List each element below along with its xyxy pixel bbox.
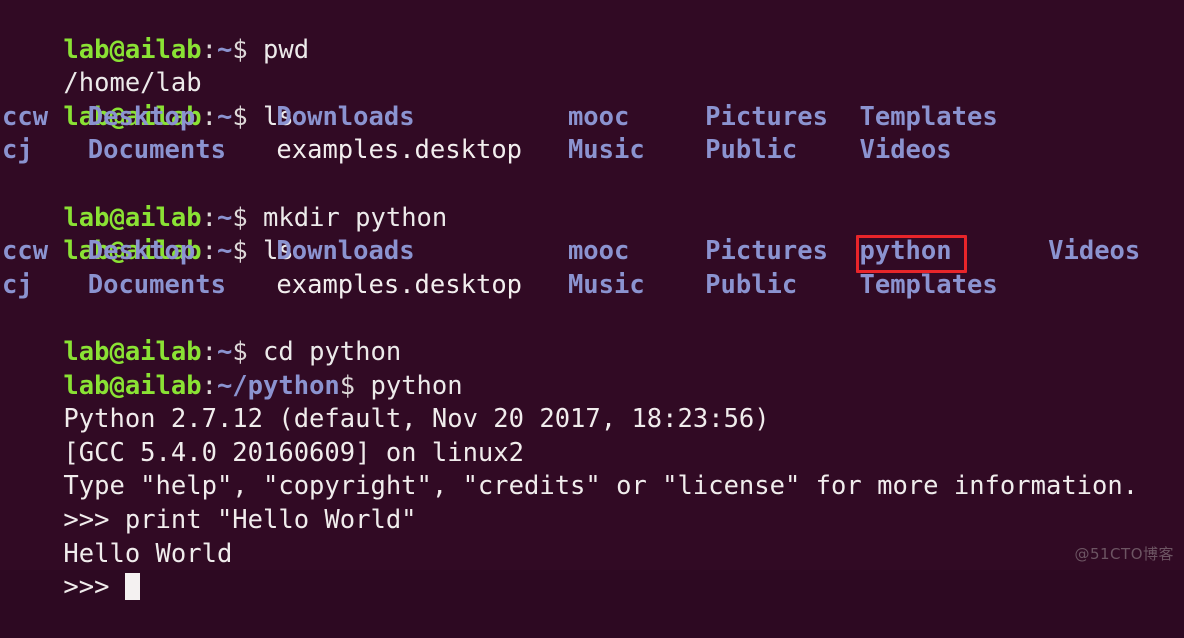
terminal-window[interactable]: lab@ailab:~$ pwd /home/lab lab@ailab:~$ … bbox=[0, 0, 1184, 602]
ls-entry-videos: Videos bbox=[859, 135, 952, 166]
ls-entry-public: Public bbox=[705, 135, 798, 166]
terminal-line-prompt-pwd: lab@ailab:~$ pwd bbox=[0, 0, 1184, 65]
terminal-line-help-banner: Type "help", "copyright", "credits" or "… bbox=[0, 437, 1184, 501]
ls-entry-cj: cj bbox=[2, 269, 33, 300]
ls-entry-mooc: mooc bbox=[567, 101, 630, 132]
ls-entry-python: python bbox=[859, 236, 952, 267]
ls-entry-cj: cj bbox=[2, 135, 33, 166]
terminal-line-python-version: Python 2.7.12 (default, Nov 20 2017, 18:… bbox=[0, 370, 1184, 434]
ls-output-row: ccw Desktop Downloads mooc Pictures python Vid… bbox=[0, 235, 1184, 274]
ls-output-row: cj Documents examples.desktop Music Public Te… bbox=[0, 269, 1184, 303]
ls-entry-videos: Videos bbox=[1048, 236, 1141, 267]
ls-entry-documents: Documents bbox=[87, 269, 226, 300]
ls-entry-ccw: ccw bbox=[2, 236, 49, 267]
ls-entry-documents: Documents bbox=[87, 135, 226, 166]
ls-entry-music: Music bbox=[567, 269, 645, 300]
terminal-line-gcc-banner: [GCC 5.4.0 20160609] on linux2 bbox=[0, 403, 1184, 468]
terminal-line-prompt-python: lab@ailab:~/python$ python bbox=[0, 336, 1184, 401]
ls-entry-ccw: ccw bbox=[2, 101, 49, 132]
text-cursor bbox=[124, 573, 140, 601]
ls-entry-downloads: Downloads bbox=[276, 236, 415, 267]
watermark: @51CTO博客 bbox=[1074, 545, 1174, 563]
repl-prompt: >>> bbox=[63, 572, 125, 603]
ls-entry-music: Music bbox=[567, 135, 645, 166]
terminal-line-prompt-ls-1: lab@ailab:~$ ls bbox=[0, 67, 1184, 132]
ls-entry-downloads: Downloads bbox=[276, 101, 415, 132]
ls-entry-examples-desktop: examples.desktop bbox=[276, 269, 523, 300]
ls-entry-public: Public bbox=[705, 269, 798, 300]
ls-entry-templates: Templates bbox=[859, 101, 998, 132]
terminal-line-prompt-mkdir: lab@ailab:~$ mkdir python bbox=[0, 168, 1184, 233]
ls-entry-pictures: Pictures bbox=[705, 236, 828, 267]
terminal-line-repl-active[interactable]: >>> bbox=[0, 538, 1184, 602]
ls-output-row: ccw Desktop Downloads mooc Pictures Templates bbox=[0, 101, 1184, 135]
terminal-line-prompt-ls-2: lab@ailab:~$ ls bbox=[0, 202, 1184, 266]
ls-entry-desktop: Desktop bbox=[87, 101, 196, 132]
ls-entry-examples-desktop: examples.desktop bbox=[276, 135, 523, 166]
terminal-line-repl-output: Hello World bbox=[0, 504, 1184, 569]
ls-entry-templates: Templates bbox=[859, 269, 998, 300]
ls-entry-mooc: mooc bbox=[567, 236, 630, 267]
ls-entry-pictures: Pictures bbox=[705, 101, 828, 132]
terminal-line-pwd-output: /home/lab bbox=[0, 34, 1184, 98]
terminal-line-prompt-cd: lab@ailab:~$ cd python bbox=[0, 302, 1184, 367]
ls-entry-desktop: Desktop bbox=[87, 236, 196, 267]
ls-output-row: cj Documents examples.desktop Music Public Vi… bbox=[0, 134, 1184, 168]
terminal-line-repl-print: >>> print "Hello World" bbox=[0, 470, 1184, 535]
